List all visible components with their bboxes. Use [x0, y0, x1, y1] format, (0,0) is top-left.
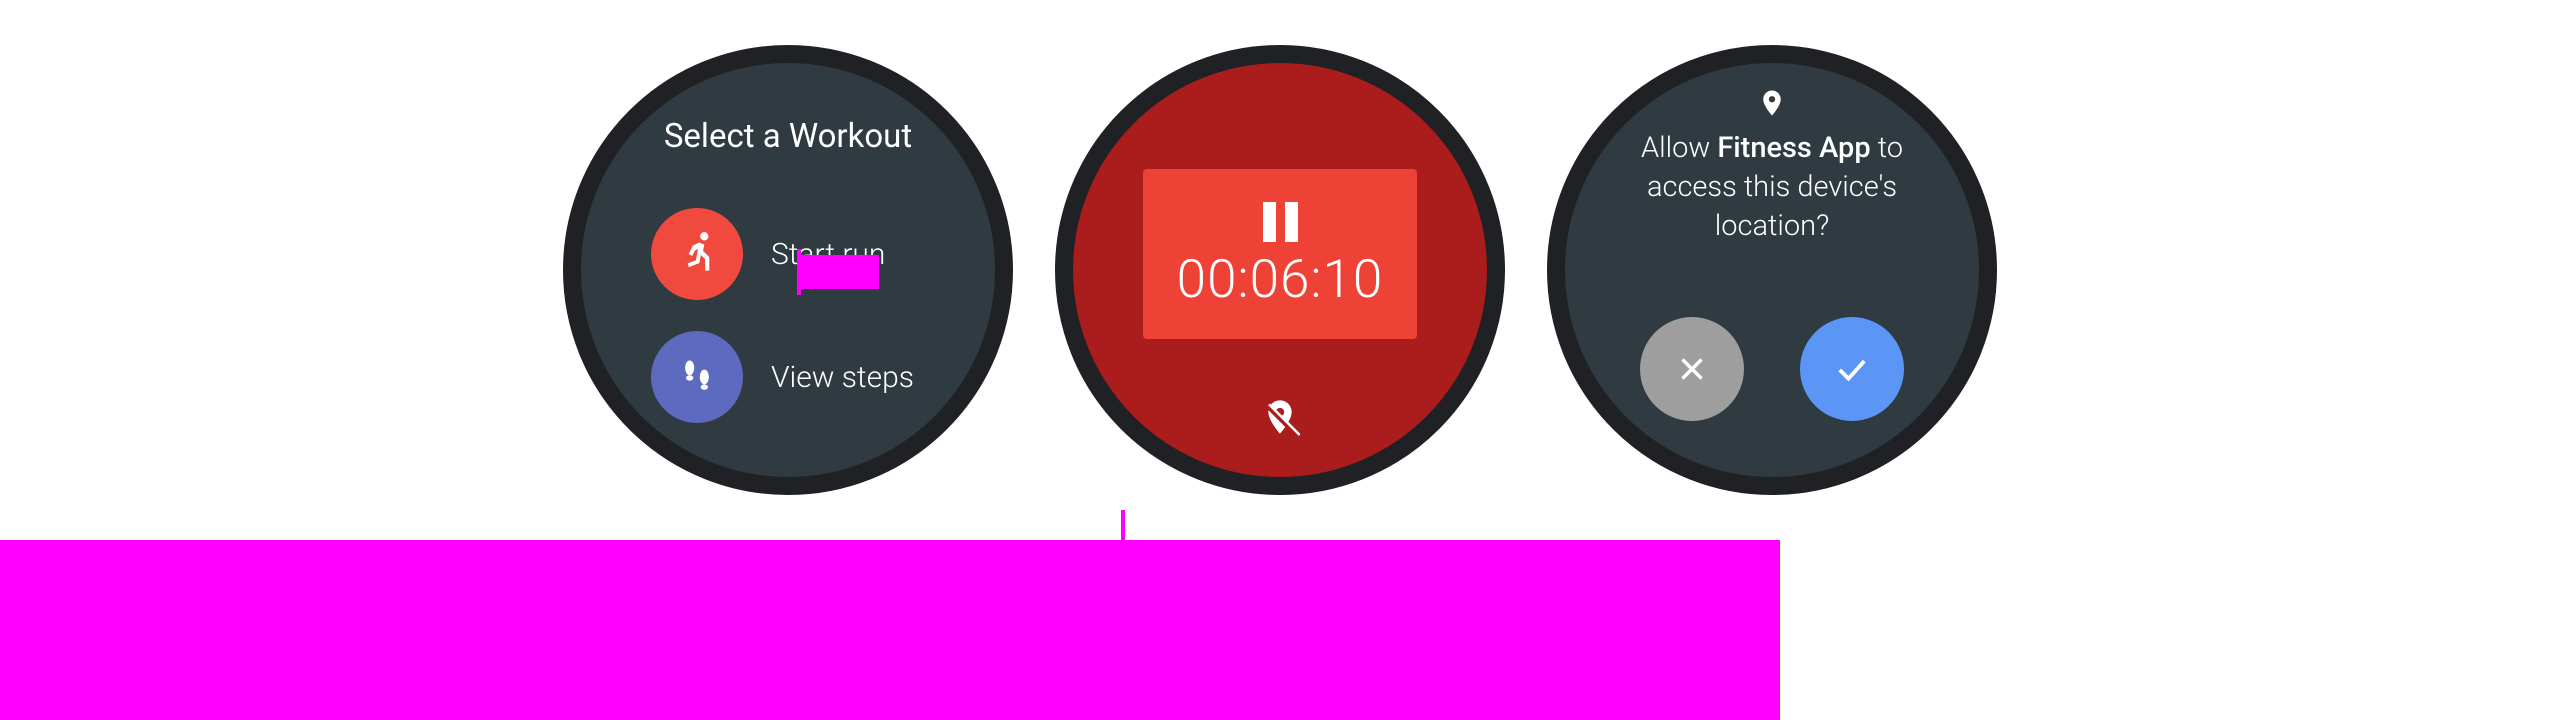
annotation-measure [799, 255, 879, 289]
run-icon [651, 208, 743, 300]
timer-value: 00:06:10 [1177, 248, 1384, 310]
pause-icon [1263, 202, 1298, 242]
watch-row: Select a Workout Start run View steps [0, 0, 2560, 540]
permission-prompt: Allow Fitness App to access this device'… [1605, 129, 1939, 246]
close-icon [1673, 350, 1711, 388]
app-name: Fitness App [1717, 131, 1870, 165]
list-item-label: View steps [771, 360, 914, 395]
watch-timer: 00:06:10 [1055, 45, 1505, 495]
annotation-tick [1121, 510, 1125, 540]
allow-button[interactable] [1800, 317, 1904, 421]
watch-workout-select: Select a Workout Start run View steps [563, 45, 1013, 495]
timer-card[interactable]: 00:06:10 [1143, 169, 1417, 339]
location-off-icon[interactable] [1260, 397, 1300, 441]
annotation-band [0, 540, 1780, 720]
page-title: Select a Workout [581, 117, 995, 156]
check-icon [1831, 348, 1873, 390]
list-item-view-steps[interactable]: View steps [651, 331, 914, 423]
dialog-actions [1565, 317, 1979, 421]
watch-permission-dialog: Allow Fitness App to access this device'… [1547, 45, 1997, 495]
deny-button[interactable] [1640, 317, 1744, 421]
footsteps-icon [651, 331, 743, 423]
location-pin-icon [1757, 85, 1787, 125]
